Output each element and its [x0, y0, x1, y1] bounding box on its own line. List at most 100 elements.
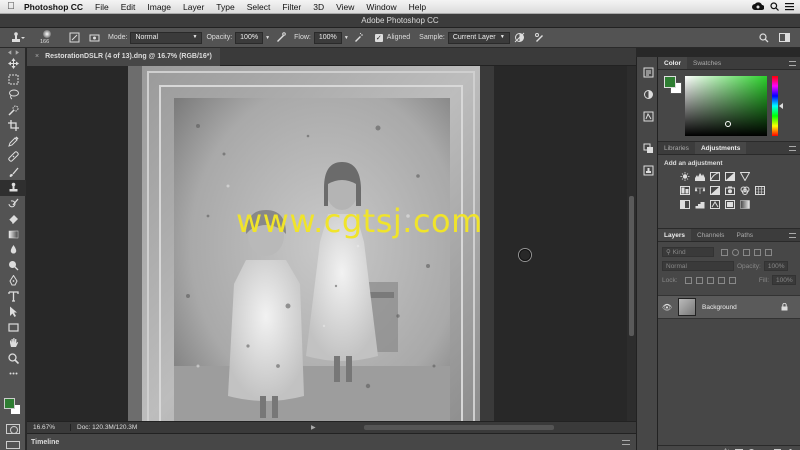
panel-menu-icon[interactable] — [789, 61, 796, 66]
menu-select[interactable]: Select — [241, 2, 277, 12]
paths-panel-icon[interactable] — [637, 105, 659, 127]
menu-list-icon[interactable] — [785, 2, 794, 13]
curves-icon[interactable] — [708, 171, 721, 182]
vertical-scrollbar[interactable] — [627, 66, 636, 421]
lock-position-icon[interactable] — [706, 276, 714, 284]
tab-color[interactable]: Color — [658, 57, 687, 69]
vertical-scroll-thumb[interactable] — [629, 196, 634, 336]
lock-artboard-icon[interactable] — [717, 276, 725, 284]
menu-edit[interactable]: Edit — [115, 2, 142, 12]
foreground-color-swatch[interactable] — [4, 398, 15, 409]
menu-file[interactable]: File — [89, 2, 115, 12]
gradient-map-icon[interactable] — [738, 199, 751, 210]
panel-menu-icon[interactable] — [789, 146, 796, 151]
clone-stamp-tool-icon[interactable] — [0, 180, 26, 196]
document-info[interactable]: Doc: 120.3M/120.3M — [71, 424, 311, 431]
filter-shape-icon[interactable] — [754, 248, 761, 256]
color-field[interactable] — [685, 76, 767, 136]
marquee-tool-icon[interactable] — [0, 72, 26, 88]
posterize-icon[interactable] — [693, 199, 706, 210]
color-picker-cursor[interactable] — [725, 121, 731, 127]
tab-swatches[interactable]: Swatches — [687, 57, 727, 69]
search-icon[interactable] — [770, 1, 779, 13]
menu-3d[interactable]: 3D — [307, 2, 330, 12]
hand-tool-icon[interactable] — [0, 335, 26, 351]
layer-row[interactable]: 👁 Background — [658, 295, 800, 319]
menu-filter[interactable]: Filter — [276, 2, 307, 12]
document-canvas[interactable]: www.cgtsj.com — [27, 66, 627, 421]
channel-mixer-icon[interactable] — [738, 185, 751, 196]
gradient-tool-icon[interactable] — [0, 227, 26, 243]
hue-slider-marker[interactable] — [779, 103, 783, 109]
photo-filter-icon[interactable] — [723, 185, 736, 196]
opacity-slider-chevron-icon[interactable]: ▼ — [265, 35, 270, 41]
tab-layers[interactable]: Layers — [658, 229, 691, 241]
layer-fill-field[interactable]: 100% — [772, 275, 796, 285]
layer-name[interactable]: Background — [702, 304, 737, 311]
close-icon[interactable]: × — [35, 53, 39, 60]
eyedropper-tool-icon[interactable] — [0, 134, 26, 150]
creative-cloud-icon[interactable] — [752, 1, 765, 13]
zoom-level[interactable]: 16.67% — [27, 424, 71, 431]
edit-toolbar-icon[interactable] — [0, 366, 26, 382]
vibrance-icon[interactable] — [738, 171, 751, 182]
history-brush-tool-icon[interactable] — [0, 196, 26, 212]
aligned-checkbox[interactable]: ✓ — [374, 33, 383, 42]
workspace-search-icon[interactable] — [757, 31, 771, 45]
sample-select[interactable]: Current Layer ▼ — [447, 31, 510, 44]
mode-select[interactable]: Normal ▼ — [130, 31, 203, 44]
blur-tool-icon[interactable] — [0, 242, 26, 258]
filter-pixel-icon[interactable] — [721, 248, 728, 256]
move-tool-icon[interactable] — [0, 56, 26, 72]
rectangle-tool-icon[interactable] — [0, 320, 26, 336]
lock-image-icon[interactable] — [695, 276, 703, 284]
brush-preset-picker[interactable]: 166 — [34, 29, 64, 47]
tab-paths[interactable]: Paths — [730, 229, 759, 241]
history-panel-icon[interactable] — [637, 61, 659, 83]
filter-smart-object-icon[interactable] — [765, 248, 772, 256]
black-white-icon[interactable] — [708, 185, 721, 196]
toggle-clone-source-panel-icon[interactable] — [87, 31, 101, 45]
tab-libraries[interactable]: Libraries — [658, 142, 695, 154]
brightness-contrast-icon[interactable] — [678, 171, 691, 182]
hue-slider[interactable] — [772, 76, 778, 136]
screen-mode-icon[interactable] — [6, 441, 20, 449]
filter-adjustment-icon[interactable] — [732, 248, 739, 256]
panel-menu-icon[interactable] — [622, 440, 630, 445]
workspace-switcher-icon[interactable] — [777, 31, 791, 45]
lock-transparent-icon[interactable] — [684, 276, 692, 284]
hue-saturation-icon[interactable] — [678, 185, 691, 196]
opacity-field[interactable]: 100% — [235, 31, 264, 44]
path-selection-tool-icon[interactable] — [0, 304, 26, 320]
type-tool-icon[interactable] — [0, 289, 26, 305]
eraser-tool-icon[interactable] — [0, 211, 26, 227]
foreground-color-swatch[interactable] — [664, 76, 676, 88]
layer-opacity-field[interactable]: 100% — [763, 261, 788, 271]
color-swatches[interactable] — [4, 398, 22, 416]
lasso-tool-icon[interactable] — [0, 87, 26, 103]
toolbar-collapse-icon[interactable] — [0, 48, 26, 56]
tool-preset-picker[interactable] — [6, 30, 28, 46]
pressure-size-icon[interactable] — [533, 31, 547, 45]
brush-presets-panel-icon[interactable] — [637, 159, 659, 181]
crop-tool-icon[interactable] — [0, 118, 26, 134]
menu-help[interactable]: Help — [403, 2, 432, 12]
menu-window[interactable]: Window — [360, 2, 402, 12]
visibility-eye-icon[interactable]: 👁 — [658, 303, 676, 312]
clone-source-panel-icon[interactable] — [637, 137, 659, 159]
horizontal-scrollbar[interactable] — [324, 424, 628, 432]
filter-type-icon[interactable] — [743, 248, 750, 256]
color-lookup-icon[interactable] — [753, 185, 766, 196]
tab-adjustments[interactable]: Adjustments — [694, 142, 747, 154]
exposure-icon[interactable] — [723, 171, 736, 182]
toggle-brush-panel-icon[interactable] — [67, 31, 81, 45]
document-tab[interactable]: × RestorationDSLR (4 of 13).dng @ 16.7% (… — [27, 48, 220, 66]
layer-blend-mode-select[interactable]: Normal — [662, 261, 734, 271]
color-balance-icon[interactable] — [693, 185, 706, 196]
menu-image[interactable]: Image — [141, 2, 177, 12]
tab-channels[interactable]: Channels — [691, 229, 730, 241]
invert-icon[interactable] — [678, 199, 691, 210]
properties-panel-icon[interactable] — [637, 83, 659, 105]
horizontal-scroll-thumb[interactable] — [363, 424, 554, 430]
airbrush-icon[interactable] — [352, 31, 366, 45]
